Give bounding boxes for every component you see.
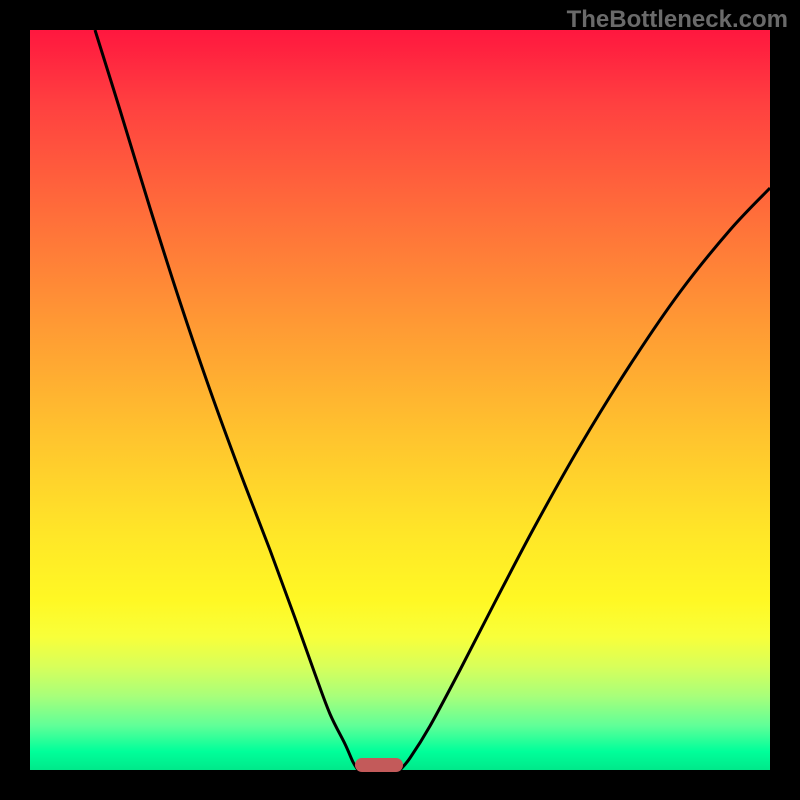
chart-container: TheBottleneck.com [0, 0, 800, 800]
left-curve [95, 30, 358, 770]
plot-area [30, 30, 770, 770]
watermark-text: TheBottleneck.com [567, 6, 788, 34]
right-curve [400, 188, 770, 770]
curve-svg [30, 30, 770, 770]
bottleneck-marker [355, 758, 403, 772]
